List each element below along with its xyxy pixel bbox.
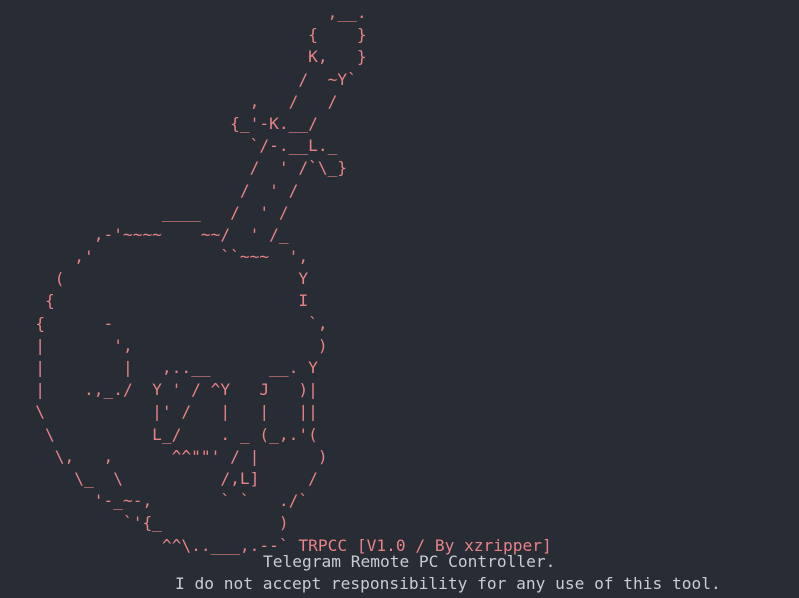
art-line: | | ,..__ __. Y [6, 358, 318, 377]
art-line: { I [6, 291, 309, 311]
art-line: / ' / [6, 180, 299, 200]
art-line: / ' /`\_} [6, 158, 348, 178]
art-line: ( Y [6, 269, 309, 289]
subtitle-text: Telegram Remote PC Controller. [263, 552, 556, 571]
art-line: ____ / ' / [6, 202, 289, 222]
art-line: \ L_/ . _ (_,.'( [6, 424, 318, 444]
art-line: `'{_ ) [6, 513, 289, 533]
art-line: / ~Y` [6, 69, 357, 89]
art-line: ,' ``~~~ ', [6, 247, 309, 267]
ascii-art-banner: ,__. { } K, } / ~Y` , / / {_'-K.__/ `/-.… [6, 2, 552, 557]
terminal-window[interactable]: ,__. { } K, } / ~Y` , / / {_'-K.__/ `/-.… [0, 0, 799, 598]
art-line: \ |' / | | || [6, 402, 318, 422]
art-line: | ', ) [6, 335, 328, 355]
art-line: `/-.__L._ [6, 136, 338, 156]
art-line: , / / [6, 91, 338, 111]
art-line: K, } [6, 47, 367, 67]
art-line: ,__. [6, 3, 367, 22]
art-line: \_ \ /,L] / [6, 468, 318, 488]
art-line: | .,_./ Y ' / ^Y J )| [6, 380, 318, 400]
art-line: ,-'~~~~ ~~/ ' /_ [6, 224, 289, 244]
art-line: '-_~-, ` ` ./` [6, 491, 309, 511]
disclaimer-text: I do not accept responsibility for any u… [175, 574, 721, 593]
art-line: \, , ^^""' / | ) [6, 446, 328, 466]
title-art: ^^\..___,.--` [6, 535, 289, 555]
art-line: { } [6, 25, 367, 45]
art-line: {_'-K.__/ [6, 113, 318, 133]
art-line: { - `, [6, 313, 328, 333]
